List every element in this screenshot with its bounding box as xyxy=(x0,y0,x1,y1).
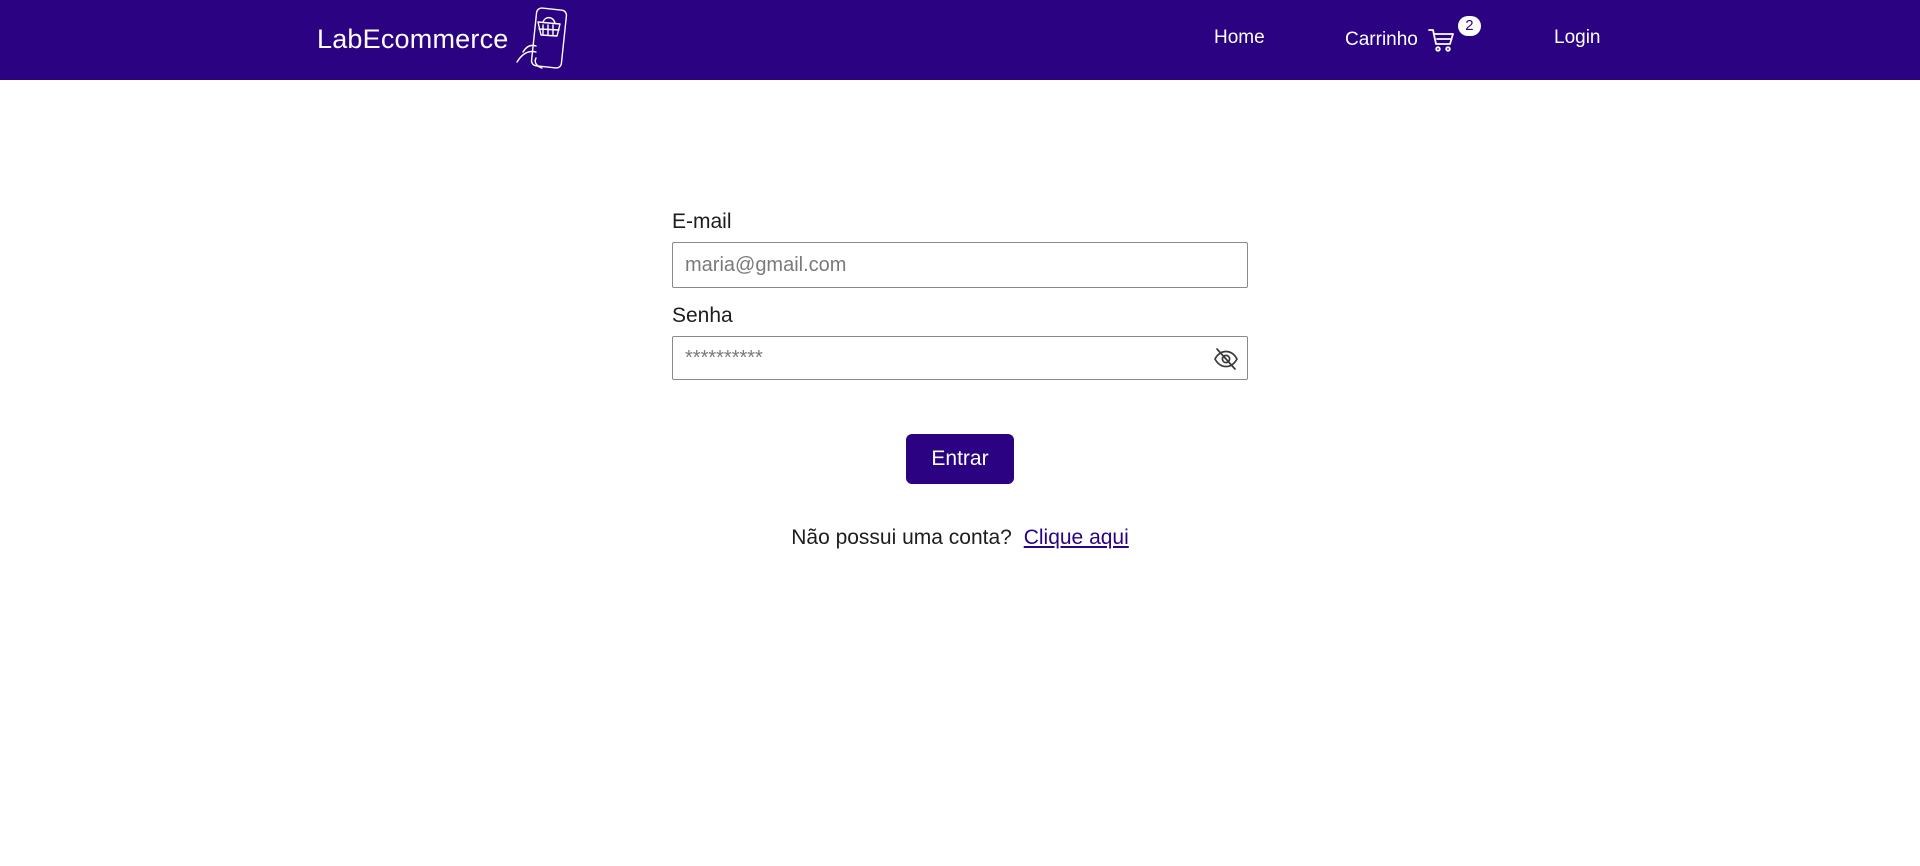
submit-row: Entrar xyxy=(672,434,1248,484)
nav-home-link[interactable]: Home xyxy=(1214,27,1265,49)
signup-link[interactable]: Clique aqui xyxy=(1024,526,1129,549)
nav-cart-link[interactable]: Carrinho 2 xyxy=(1345,16,1481,52)
signup-prompt: Não possui uma conta? xyxy=(791,526,1012,549)
shopping-cart-icon xyxy=(1427,29,1454,52)
nav-login-link[interactable]: Login xyxy=(1554,27,1601,49)
phone-shopping-basket-icon xyxy=(516,7,568,69)
email-field-group: E-mail xyxy=(672,210,1248,288)
email-input[interactable] xyxy=(673,243,1247,287)
top-navbar: LabEcommerce Home Carrinho 2 Login xyxy=(0,0,1920,80)
password-label: Senha xyxy=(672,304,733,327)
cart-count-badge: 2 xyxy=(1457,16,1481,36)
password-input[interactable] xyxy=(673,337,1247,379)
email-label: E-mail xyxy=(672,210,732,233)
cart-icon-wrap: 2 xyxy=(1427,16,1481,52)
brand-home-link[interactable]: LabEcommerce xyxy=(317,6,568,72)
nav-cart-label: Carrinho xyxy=(1345,29,1418,50)
eye-off-icon[interactable] xyxy=(1213,347,1239,371)
email-input-box xyxy=(672,242,1248,288)
password-field-group: Senha xyxy=(672,304,1248,380)
signup-row: Não possui uma conta? Clique aqui xyxy=(672,526,1248,550)
login-form: E-mail Senha Entrar Não possui uma conta… xyxy=(672,210,1248,550)
password-input-box xyxy=(672,336,1248,380)
brand-name: LabEcommerce xyxy=(317,23,509,54)
login-submit-button[interactable]: Entrar xyxy=(906,434,1014,484)
